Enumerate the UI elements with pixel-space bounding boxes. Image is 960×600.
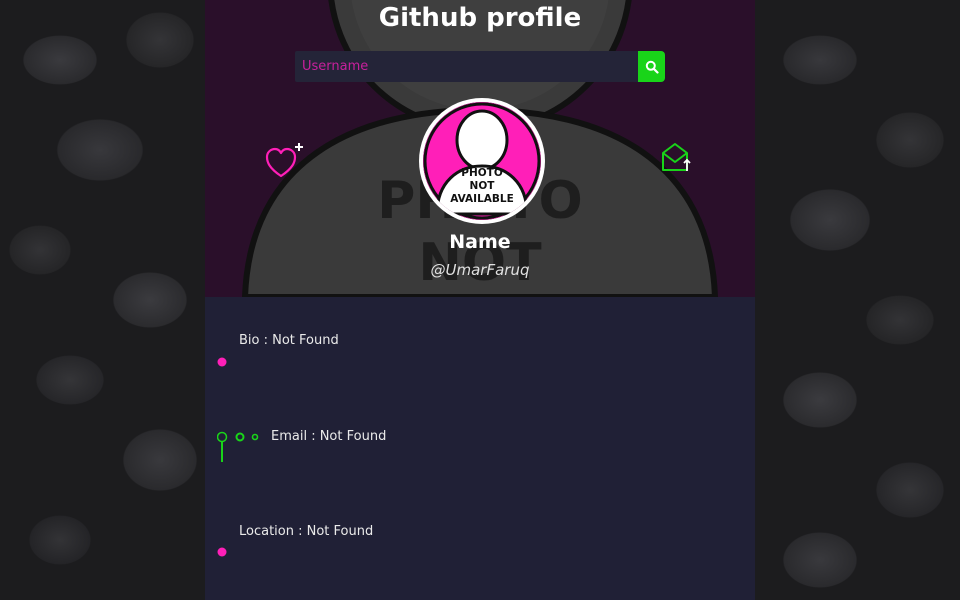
bio-row: Bio : Not Found	[205, 312, 755, 372]
svg-text:AVAILABLE: AVAILABLE	[450, 193, 514, 205]
timeline-marker-active	[217, 407, 259, 462]
profile-card: PHOTO NOT Github profile	[205, 0, 755, 600]
profile-details: Bio : Not Found Email : Not Found Locati…	[205, 297, 755, 600]
svg-text:PHOTO: PHOTO	[461, 167, 503, 179]
email-label: Email : Not Found	[271, 429, 387, 444]
search-icon	[645, 60, 659, 74]
search-button[interactable]	[638, 51, 665, 82]
search-bar	[295, 51, 665, 82]
timeline-marker	[217, 312, 227, 367]
email-row: Email : Not Found	[205, 407, 755, 467]
bio-label: Bio : Not Found	[239, 333, 339, 348]
profile-name: Name	[449, 231, 511, 253]
svg-text:NOT: NOT	[470, 180, 496, 192]
mail-upload-icon[interactable]	[660, 140, 694, 174]
page-title: Github profile	[378, 3, 582, 33]
profile-handle: @UmarFaruq	[430, 261, 530, 279]
username-input[interactable]	[295, 51, 638, 82]
avatar: PHOTO NOT AVAILABLE	[419, 98, 545, 224]
location-row: Location : Not Found	[205, 502, 755, 562]
photo-not-available-image: PHOTO NOT AVAILABLE	[423, 102, 541, 220]
timeline-marker	[217, 502, 227, 557]
profile-header: PHOTO NOT Github profile	[205, 0, 755, 297]
heart-plus-icon[interactable]	[265, 140, 307, 180]
location-label: Location : Not Found	[239, 524, 374, 539]
